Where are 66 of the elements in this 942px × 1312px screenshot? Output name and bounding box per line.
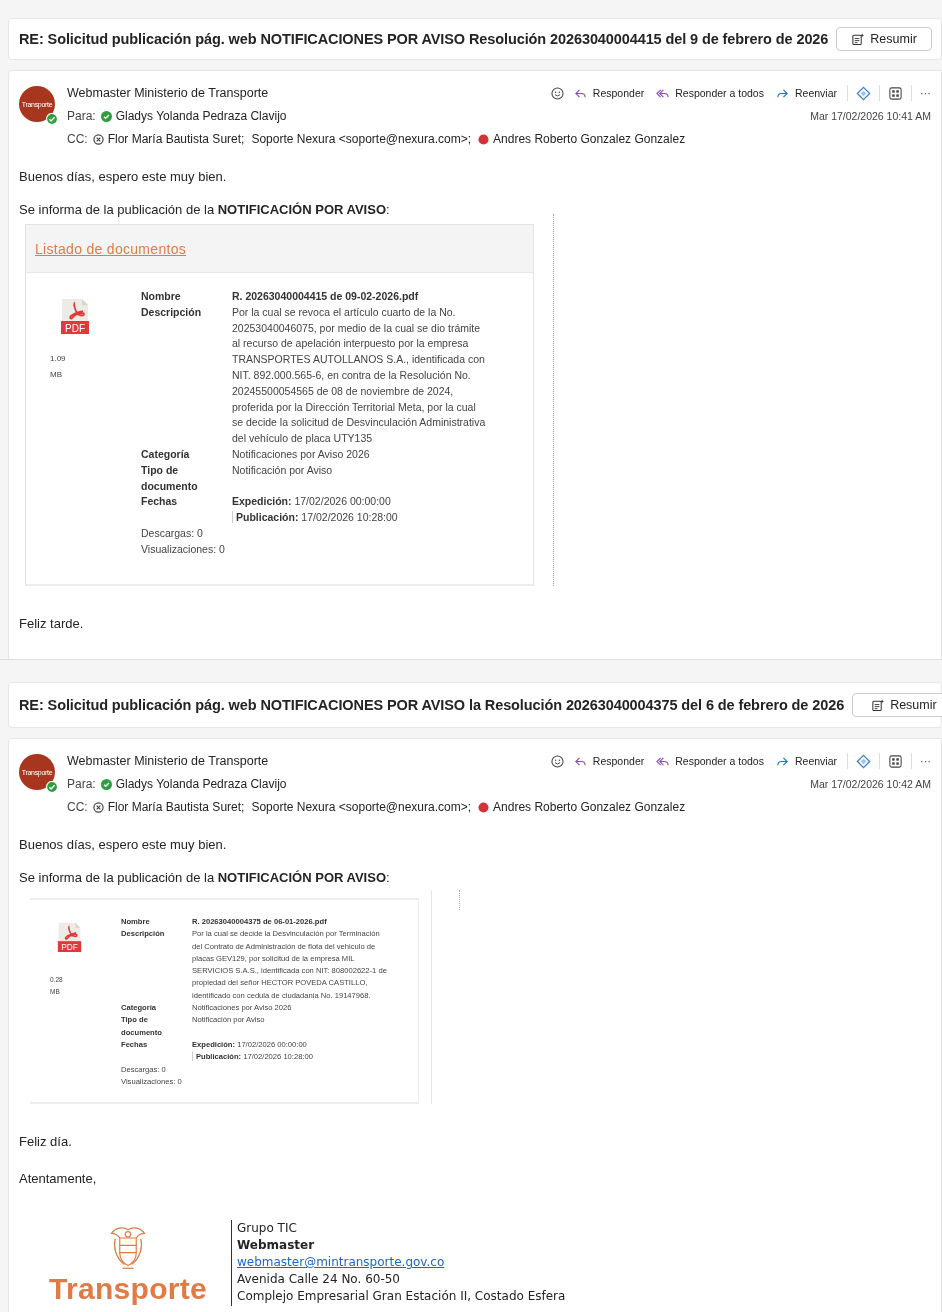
cc-label: CC:	[67, 132, 88, 146]
emoji-icon[interactable]	[550, 754, 564, 768]
apps-icon[interactable]	[888, 85, 903, 101]
subject-title: RE: Solicitud publicación pág. web NOTIFICACIONES POR AVISO Resolución 20263040004415 del 9 de febrero de 2026	[19, 31, 829, 47]
file-name: R. 20263040004415 de 09-02-2026.pdf	[232, 289, 420, 304]
file-size: 1.09 MB	[50, 353, 67, 381]
field-value: Notificaciones por Aviso 2026	[232, 446, 371, 462]
message-date: Mar 17/02/2026 10:41 AM	[810, 110, 931, 122]
summarize-button[interactable]: Resumir	[836, 27, 932, 51]
counter-text: Descargas: 0	[141, 525, 204, 541]
field-value: Por la cual se revoca el artículo cuarto de la No. 20253040046075, por medio de la cual se dio trámite al recurso de apelación interpuesto por la empresa TRANSPORTES AUTOLLANOS S.A., identificada con NIT. 892.000.565-6, en contra de la Resolución No. 20245500054565 de 08 de noviembre de 2024, proferida por la Dirección Territorial Meta, por la cual se decide la solicitud de Desvinculación Administrativa del vehículo de placa UTY135	[232, 304, 487, 447]
pdf-file-icon[interactable]: PDF	[57, 922, 82, 952]
logo-text: Transporte	[48, 1272, 207, 1307]
forward-button[interactable]: Reenviar	[773, 754, 839, 768]
field-label: Fechas	[141, 494, 179, 510]
more-options-button[interactable]: ···	[920, 87, 931, 99]
apps-icon[interactable]	[888, 753, 903, 769]
dates-value: Expedición: 17/02/2026 00:00:00 Publicación: 17/02/2026 10:28:00	[232, 494, 399, 526]
recipient-name[interactable]: Soporte Nexura <soporte@nexura.com>;	[251, 132, 472, 146]
subject-title: RE: Solicitud publicación pág. web NOTIFICACIONES POR AVISO la Resolución 20263040004375 del 6 de febrero de 2026	[19, 697, 845, 713]
available-badge-icon	[46, 113, 58, 125]
recipient-name[interactable]: Andres Roberto Gonzalez Gonzalez	[493, 800, 686, 814]
recipient-name[interactable]: Gladys Yolanda Pedraza Clavijo	[115, 777, 287, 791]
sender-name[interactable]: Webmaster Ministerio de Transporte	[67, 86, 269, 100]
signature-line: Webmaster	[237, 1237, 316, 1255]
intro-text: Se informa de la publicación de la NOTIFICACIÓN POR AVISO:	[19, 202, 391, 217]
summarize-button[interactable]: Resumir	[852, 693, 942, 717]
reply-all-button[interactable]: Responder a todos	[654, 754, 766, 768]
field-label: Categoría	[141, 446, 191, 462]
signature-line: Grupo TIC	[237, 1220, 298, 1238]
greeting-text: Buenos días, espero este muy bien.	[19, 837, 228, 852]
field-label: Nombre	[141, 289, 182, 304]
available-badge-icon	[46, 781, 58, 793]
cc-label: CC:	[67, 800, 88, 814]
closing-text: Feliz tarde.	[19, 615, 85, 631]
reply-all-button[interactable]: Responder a todos	[654, 86, 766, 100]
field-value: Notificación por Aviso	[232, 462, 334, 478]
message-date: Mar 17/02/2026 10:42 AM	[810, 778, 931, 790]
forward-button[interactable]: Reenviar	[773, 86, 839, 100]
pdf-file-icon[interactable]: PDF	[60, 298, 90, 334]
more-options-button[interactable]: ···	[920, 755, 931, 767]
recipient-name[interactable]: Gladys Yolanda Pedraza Clavijo	[115, 109, 287, 123]
summarize-icon	[871, 698, 885, 712]
recipient-name[interactable]: Andres Roberto Gonzalez Gonzalez	[493, 132, 686, 146]
counter-text: Visualizaciones: 0	[141, 541, 226, 557]
reply-button[interactable]: Responder	[571, 754, 647, 768]
diamond-icon[interactable]	[856, 85, 871, 101]
field-label: Tipo de documento	[141, 462, 199, 494]
to-label: Para:	[67, 777, 96, 791]
recipient-name[interactable]: Soporte Nexura <soporte@nexura.com>;	[251, 800, 472, 814]
closing-text: Feliz día.	[19, 1134, 73, 1150]
emoji-icon[interactable]	[550, 86, 564, 100]
signature-line: Avenida Calle 24 No. 60-50	[237, 1271, 401, 1289]
recipient-name[interactable]: Flor María Bautista Suret;	[107, 800, 245, 814]
signoff-text: Atentamente,	[19, 1171, 98, 1187]
summarize-icon	[851, 32, 865, 46]
diamond-icon[interactable]	[856, 753, 871, 769]
intro-text: Se informa de la publicación de la NOTIFICACIÓN POR AVISO:	[19, 870, 391, 885]
field-label: Descripción	[141, 304, 203, 320]
recipient-name[interactable]: Flor María Bautista Suret;	[107, 132, 245, 146]
email-link[interactable]: webmaster@mintransporte.gov.co	[237, 1254, 566, 1272]
to-label: Para:	[67, 109, 96, 123]
sender-name[interactable]: Webmaster Ministerio de Transporte	[67, 754, 269, 768]
greeting-text: Buenos días, espero este muy bien.	[19, 169, 228, 184]
signature-line: Complejo Empresarial Gran Estación II, Costado Esfera	[237, 1288, 566, 1306]
reply-button[interactable]: Responder	[571, 86, 647, 100]
